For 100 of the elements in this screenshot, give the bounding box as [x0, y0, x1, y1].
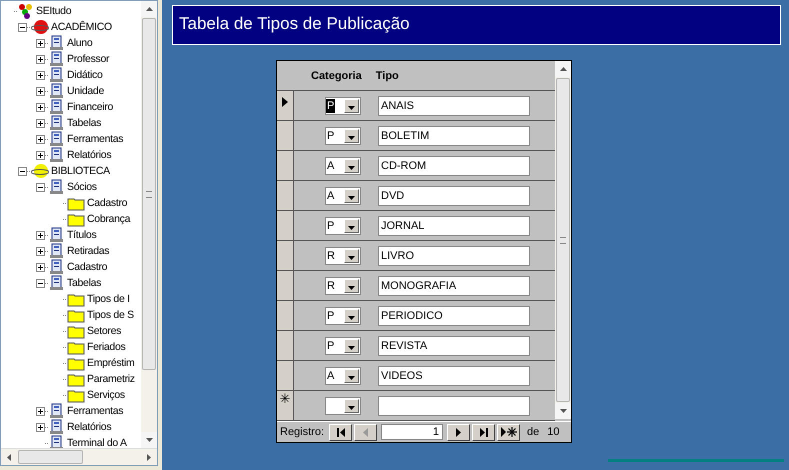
category-dropdown[interactable]: P — [325, 126, 361, 144]
expand-toggle[interactable] — [36, 230, 45, 240]
collapse-toggle[interactable] — [36, 182, 45, 192]
expand-toggle[interactable] — [36, 86, 45, 96]
dropdown-caret-icon[interactable] — [348, 316, 355, 320]
dropdown-caret-icon[interactable] — [348, 286, 355, 290]
tree-item[interactable]: Ferramentas — [67, 133, 124, 145]
expand-toggle[interactable] — [36, 70, 45, 80]
tree-item[interactable]: Financeiro — [67, 101, 114, 113]
tree-item[interactable]: ACADÊMICO — [51, 21, 112, 33]
expand-toggle[interactable] — [36, 262, 45, 272]
new-record-icon[interactable] — [500, 427, 517, 437]
type-field[interactable]: REVISTA — [378, 336, 530, 356]
tree-item[interactable]: Serviços — [87, 389, 125, 401]
category-dropdown[interactable]: P — [325, 336, 361, 354]
category-dropdown[interactable]: R — [325, 246, 361, 264]
tree-item[interactable]: Setores — [87, 325, 122, 337]
scrollbar[interactable] — [555, 61, 571, 419]
type-field[interactable]: DVD — [378, 186, 530, 206]
category-dropdown[interactable]: R — [325, 276, 361, 294]
type-field[interactable]: JORNAL — [378, 216, 530, 236]
category-dropdown[interactable]: P — [325, 306, 361, 324]
new-record-button[interactable] — [497, 424, 520, 440]
expand-toggle[interactable] — [36, 118, 45, 128]
scroll-down-icon[interactable] — [146, 438, 152, 442]
type-field[interactable]: LIVRO — [378, 246, 530, 266]
dropdown-caret-icon[interactable] — [348, 106, 355, 110]
tree-item[interactable]: Títulos — [67, 229, 96, 241]
record-selector[interactable] — [277, 91, 294, 120]
category-dropdown[interactable] — [325, 396, 361, 414]
tree-item[interactable]: Relatórios — [67, 149, 112, 161]
tree-item[interactable]: Feriados — [87, 341, 126, 353]
collapse-toggle[interactable] — [18, 22, 27, 32]
navigation-label: Registro: — [280, 426, 324, 438]
scroll-right-icon[interactable] — [147, 454, 151, 460]
document-icon — [49, 435, 65, 448]
dropdown-caret-icon[interactable] — [348, 166, 355, 170]
scroll-down-icon[interactable] — [560, 409, 566, 413]
tree-item[interactable]: BIBLIOTECA — [51, 165, 110, 177]
expand-toggle[interactable] — [36, 134, 45, 144]
tree-item[interactable]: Tabelas — [67, 277, 102, 289]
tree-item[interactable]: Empréstim — [87, 357, 134, 369]
dropdown-caret-icon[interactable] — [348, 376, 355, 380]
first-record-button[interactable] — [329, 424, 352, 440]
tree-item[interactable]: Cobrança — [87, 213, 130, 225]
expand-toggle[interactable] — [36, 102, 45, 112]
next-record-button[interactable] — [447, 424, 470, 440]
dropdown-caret-icon[interactable] — [348, 196, 355, 200]
dropdown-caret-icon[interactable] — [348, 346, 355, 350]
dropdown-caret-icon[interactable] — [348, 226, 355, 230]
tree-item[interactable]: Professor — [67, 53, 110, 65]
record-number-field[interactable]: 1 — [381, 424, 444, 440]
dropdown-caret-icon[interactable] — [348, 136, 355, 140]
tree-item[interactable]: Sócios — [67, 181, 97, 193]
collapse-toggle[interactable] — [36, 278, 45, 288]
tree-item[interactable]: Ferramentas — [67, 405, 124, 417]
type-field[interactable]: BOLETIM — [378, 126, 530, 146]
expand-toggle[interactable] — [36, 38, 45, 48]
scroll-up-icon[interactable] — [560, 67, 566, 71]
tree-item[interactable]: Cadastro — [87, 197, 128, 209]
expand-toggle[interactable] — [36, 150, 45, 160]
tree-item[interactable]: Terminal do A — [67, 437, 127, 448]
tree-item[interactable]: Tipos de S — [87, 309, 134, 321]
expand-toggle[interactable] — [36, 406, 45, 416]
skip-back-icon[interactable] — [336, 428, 346, 436]
type-field[interactable]: ANAIS — [378, 96, 530, 116]
scrollbar[interactable] — [1, 448, 157, 465]
tree-item[interactable]: Relatórios — [67, 421, 112, 433]
category-dropdown[interactable]: A — [325, 186, 361, 204]
collapse-toggle[interactable] — [18, 166, 27, 176]
tree-item[interactable]: Cadastro — [67, 261, 108, 273]
type-field[interactable]: MONOGRAFIA — [378, 276, 530, 296]
category-dropdown[interactable]: A — [325, 366, 361, 384]
tree-item[interactable]: Didático — [67, 69, 103, 81]
type-field[interactable] — [378, 396, 530, 416]
document-icon — [49, 35, 65, 51]
expand-toggle[interactable] — [36, 246, 45, 256]
tree-item[interactable]: SEItudo — [36, 5, 72, 17]
category-dropdown[interactable]: P — [325, 96, 361, 114]
expand-toggle[interactable] — [36, 54, 45, 64]
tree-item[interactable]: Aluno — [67, 37, 92, 49]
tree-item[interactable]: Tabelas — [67, 117, 102, 129]
expand-toggle[interactable] — [36, 422, 45, 432]
type-field[interactable]: PERIODICO — [378, 306, 530, 326]
tree-item[interactable]: Tipos de I — [87, 293, 130, 305]
tree-item[interactable]: Retiradas — [67, 245, 110, 257]
dropdown-caret-icon[interactable] — [348, 406, 355, 410]
tree-item[interactable]: Parametriz — [87, 373, 135, 385]
skip-forward-icon[interactable] — [478, 428, 489, 436]
scrollbar[interactable] — [141, 1, 157, 448]
tree-item[interactable]: Unidade — [67, 85, 104, 97]
triangle-right-icon[interactable] — [456, 428, 462, 436]
last-record-button[interactable] — [472, 424, 496, 440]
scroll-left-icon[interactable] — [7, 454, 11, 460]
type-field[interactable]: CD-ROM — [378, 156, 530, 176]
dropdown-caret-icon[interactable] — [348, 256, 355, 260]
type-field[interactable]: VIDEOS — [378, 366, 530, 386]
scroll-up-icon[interactable] — [146, 7, 152, 11]
category-dropdown[interactable]: A — [325, 156, 361, 174]
category-dropdown[interactable]: P — [325, 216, 361, 234]
